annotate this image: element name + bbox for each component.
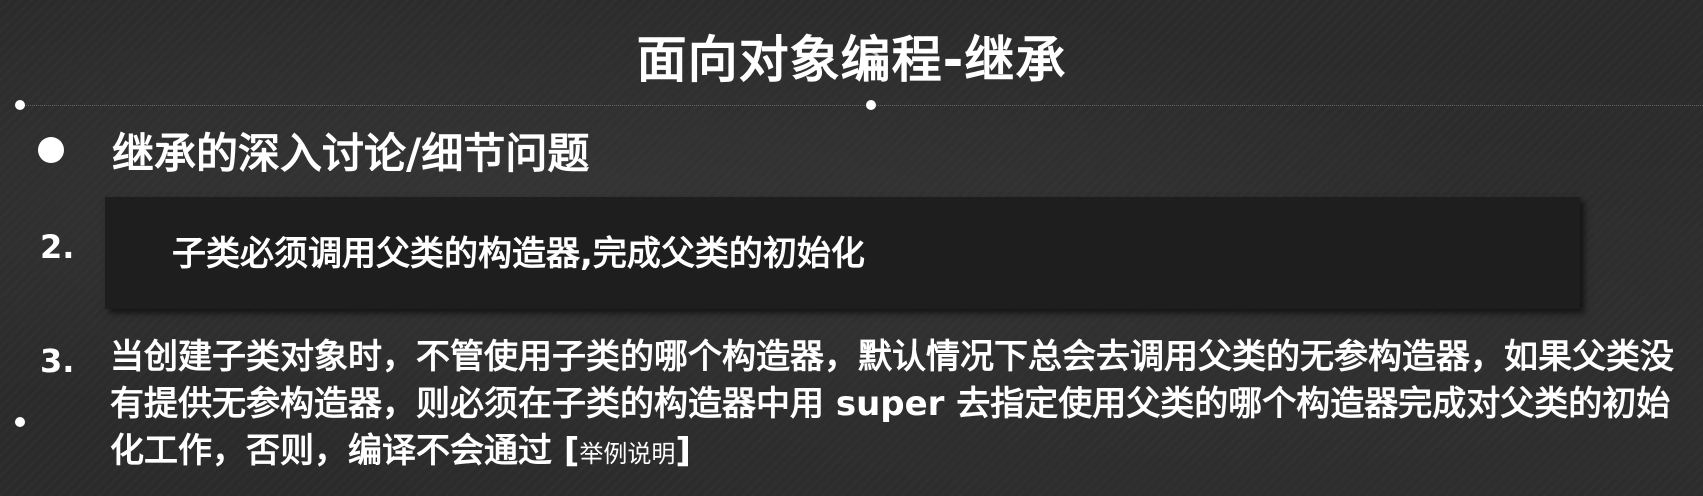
resize-handle-bottom-left[interactable] [15,417,25,427]
item2-text: 子类必须调用父类的构造器,完成父类的初始化 [172,234,865,274]
bullet-dot-icon [38,137,64,163]
slide: 面向对象编程-继承 继承的深入讨论/细节问题 2. 子类必须调用父类的构造器,完… [0,0,1703,496]
resize-handle-top[interactable] [866,100,876,110]
bullet-heading: 继承的深入讨论/细节问题 [112,128,590,178]
bullet-heading-row: 继承的深入讨论/细节问题 [38,122,589,178]
slide-title: 面向对象编程-继承 [636,31,1067,89]
item3-text: 当创建子类对象时，不管使用子类的哪个构造器，默认情况下总会去调用父类的无参构造器… [110,337,1674,471]
note-bracket-open: [ [563,431,580,471]
item2-number: 2. [40,228,75,266]
item3-number: 3. [40,342,75,380]
selection-frame-line [20,105,1703,106]
note-bracket-close: ] [675,431,691,471]
resize-handle-left[interactable] [15,100,25,110]
item3-paragraph: 当创建子类对象时，不管使用子类的哪个构造器，默认情况下总会去调用父类的无参构造器… [110,334,1690,478]
example-note: 举例说明 [579,440,676,468]
